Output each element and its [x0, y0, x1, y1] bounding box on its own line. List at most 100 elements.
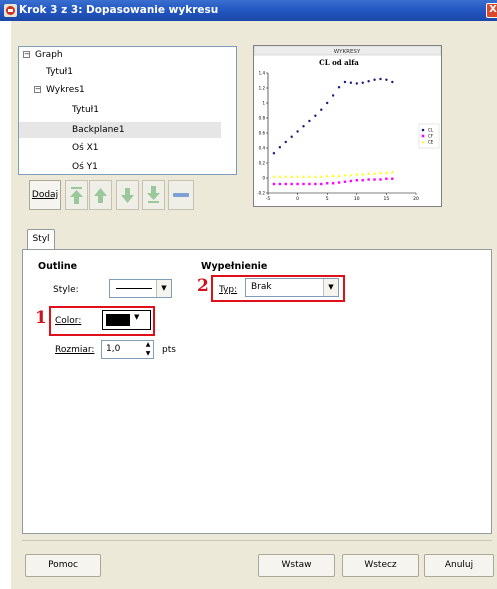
data-point-cf — [343, 180, 347, 183]
size-value[interactable]: 1,0 — [106, 344, 120, 354]
move-down-button[interactable] — [116, 180, 139, 210]
tree-item-y-axis[interactable]: Oś Y1 — [19, 159, 221, 174]
title-bar: Krok 3 z 3: Dopasowanie wykresu X — [0, 0, 497, 21]
line-sample — [116, 288, 152, 289]
y-tick-label: 0.6 — [259, 131, 266, 136]
collapse-icon[interactable]: − — [34, 86, 41, 93]
data-point-cf — [391, 177, 394, 180]
close-button[interactable]: X — [486, 3, 497, 18]
remove-button[interactable] — [168, 180, 194, 210]
chevron-down-icon[interactable]: ▼ — [134, 313, 139, 321]
spin-down-icon[interactable]: ▼ — [143, 349, 153, 358]
data-point-cf — [379, 178, 382, 181]
data-point-cl — [290, 135, 293, 138]
insert-button[interactable]: Wstaw — [258, 554, 335, 577]
move-bottom-button[interactable] — [142, 180, 165, 210]
data-point-cf — [284, 182, 287, 186]
chevron-down-icon[interactable]: ▼ — [156, 280, 171, 297]
add-button[interactable]: Dodaj — [29, 180, 61, 210]
tree-item-x-axis[interactable]: Oś X1 — [19, 140, 221, 156]
collapse-icon[interactable]: − — [23, 51, 30, 58]
move-bottom-icon — [147, 186, 160, 203]
annotation-marker-2: 2 — [197, 276, 209, 296]
data-point-cf — [373, 178, 376, 181]
size-unit: pts — [162, 345, 176, 355]
tree-item-label: Backplane1 — [72, 125, 125, 135]
data-point-ce — [355, 172, 359, 176]
data-point-cl — [337, 86, 341, 89]
color-picker-button[interactable]: ▼ — [102, 310, 151, 330]
data-point-cf — [367, 178, 370, 181]
fill-type-label: Typ: — [219, 285, 237, 295]
size-label: Rozmiar: — [55, 345, 94, 355]
insert-button-label: Wstaw — [281, 560, 312, 570]
data-point-cf — [290, 182, 293, 186]
data-point-cl — [296, 130, 299, 133]
chart-svg: WYKRESY CL od alfa -0.2 0 0.2 0.4 0.6 0.8 1 1.2 1.… — [253, 45, 442, 202]
data-point-cl — [379, 77, 382, 81]
legend-swatch — [421, 128, 425, 132]
data-point-ce — [349, 173, 353, 177]
fill-type-label-text: Typ: — [219, 285, 238, 295]
fill-type-dropdown[interactable]: Brak ▼ — [245, 278, 339, 297]
tree-item-label: Oś X1 — [72, 143, 99, 153]
data-point-cf — [385, 177, 388, 180]
data-point-cl — [302, 125, 305, 128]
remove-icon — [173, 193, 189, 197]
move-top-button[interactable] — [65, 180, 88, 210]
data-point-cf — [349, 179, 353, 183]
tree-item-graph[interactable]: − Graph — [19, 47, 221, 63]
back-button-label: Wstecz — [364, 560, 397, 570]
chart-element-tree[interactable]: − Graph Tytuł1 − Wykres1 Tytuł1 Backplan… — [18, 46, 237, 175]
y-tick-label: 0.8 — [259, 116, 266, 121]
data-point-ce — [367, 172, 371, 175]
line-style-dropdown[interactable]: ▼ — [109, 279, 172, 298]
data-point-cf — [355, 179, 358, 182]
move-up-button[interactable] — [89, 180, 112, 210]
y-tick-label: 0 — [262, 176, 265, 181]
data-point-cl — [284, 140, 287, 144]
y-tick-label: 1.4 — [259, 71, 266, 76]
tree-item-label: Tytuł1 — [72, 105, 99, 115]
spin-up-icon[interactable]: ▲ — [143, 341, 153, 349]
back-button[interactable]: Wstecz — [342, 554, 419, 577]
y-tick-label: 1.2 — [259, 86, 266, 91]
x-tick-label: 15 — [384, 196, 390, 202]
data-point-cf — [331, 182, 335, 185]
tree-item-label: Tytuł1 — [46, 67, 73, 77]
tab-style[interactable]: Styl — [27, 229, 55, 250]
data-point-ce — [290, 175, 294, 178]
color-label-text: Color: — [55, 316, 82, 326]
data-point-ce — [284, 175, 288, 178]
data-point-ce — [307, 175, 311, 178]
move-up-icon — [94, 188, 107, 203]
help-button-label: Pomoc — [48, 560, 78, 570]
cancel-button[interactable]: Anuluj — [424, 554, 494, 577]
tree-item-label: Oś Y1 — [72, 162, 98, 172]
annotation-marker-1: 1 — [35, 308, 47, 328]
data-point-ce — [361, 172, 365, 176]
legend-label: CF — [428, 134, 434, 139]
data-point-ce — [343, 173, 347, 177]
tree-item-backplane[interactable]: Backplane1 — [19, 122, 221, 138]
data-point-cl — [373, 78, 376, 81]
y-tick-label: 0.4 — [259, 146, 266, 151]
tree-item-wykres[interactable]: − Wykres1 — [19, 82, 221, 98]
size-spinner[interactable]: 1,0 ▲ ▼ — [101, 340, 154, 359]
data-point-cl — [343, 80, 347, 84]
data-point-cl — [278, 146, 282, 149]
data-point-ce — [337, 174, 341, 177]
data-point-cl — [367, 80, 370, 83]
data-point-cl — [391, 80, 394, 84]
data-point-cf — [361, 179, 364, 182]
data-point-ce — [313, 175, 317, 178]
help-button[interactable]: Pomoc — [25, 554, 101, 577]
style-label: Style: — [53, 285, 79, 295]
data-point-cf — [326, 182, 329, 185]
chevron-down-icon[interactable]: ▼ — [323, 279, 338, 296]
data-point-cl — [355, 82, 358, 85]
legend-swatch — [421, 134, 425, 138]
data-point-ce — [390, 170, 394, 174]
tree-item-chart-title[interactable]: Tytuł1 — [19, 102, 221, 118]
tree-item-title[interactable]: Tytuł1 — [19, 64, 221, 80]
